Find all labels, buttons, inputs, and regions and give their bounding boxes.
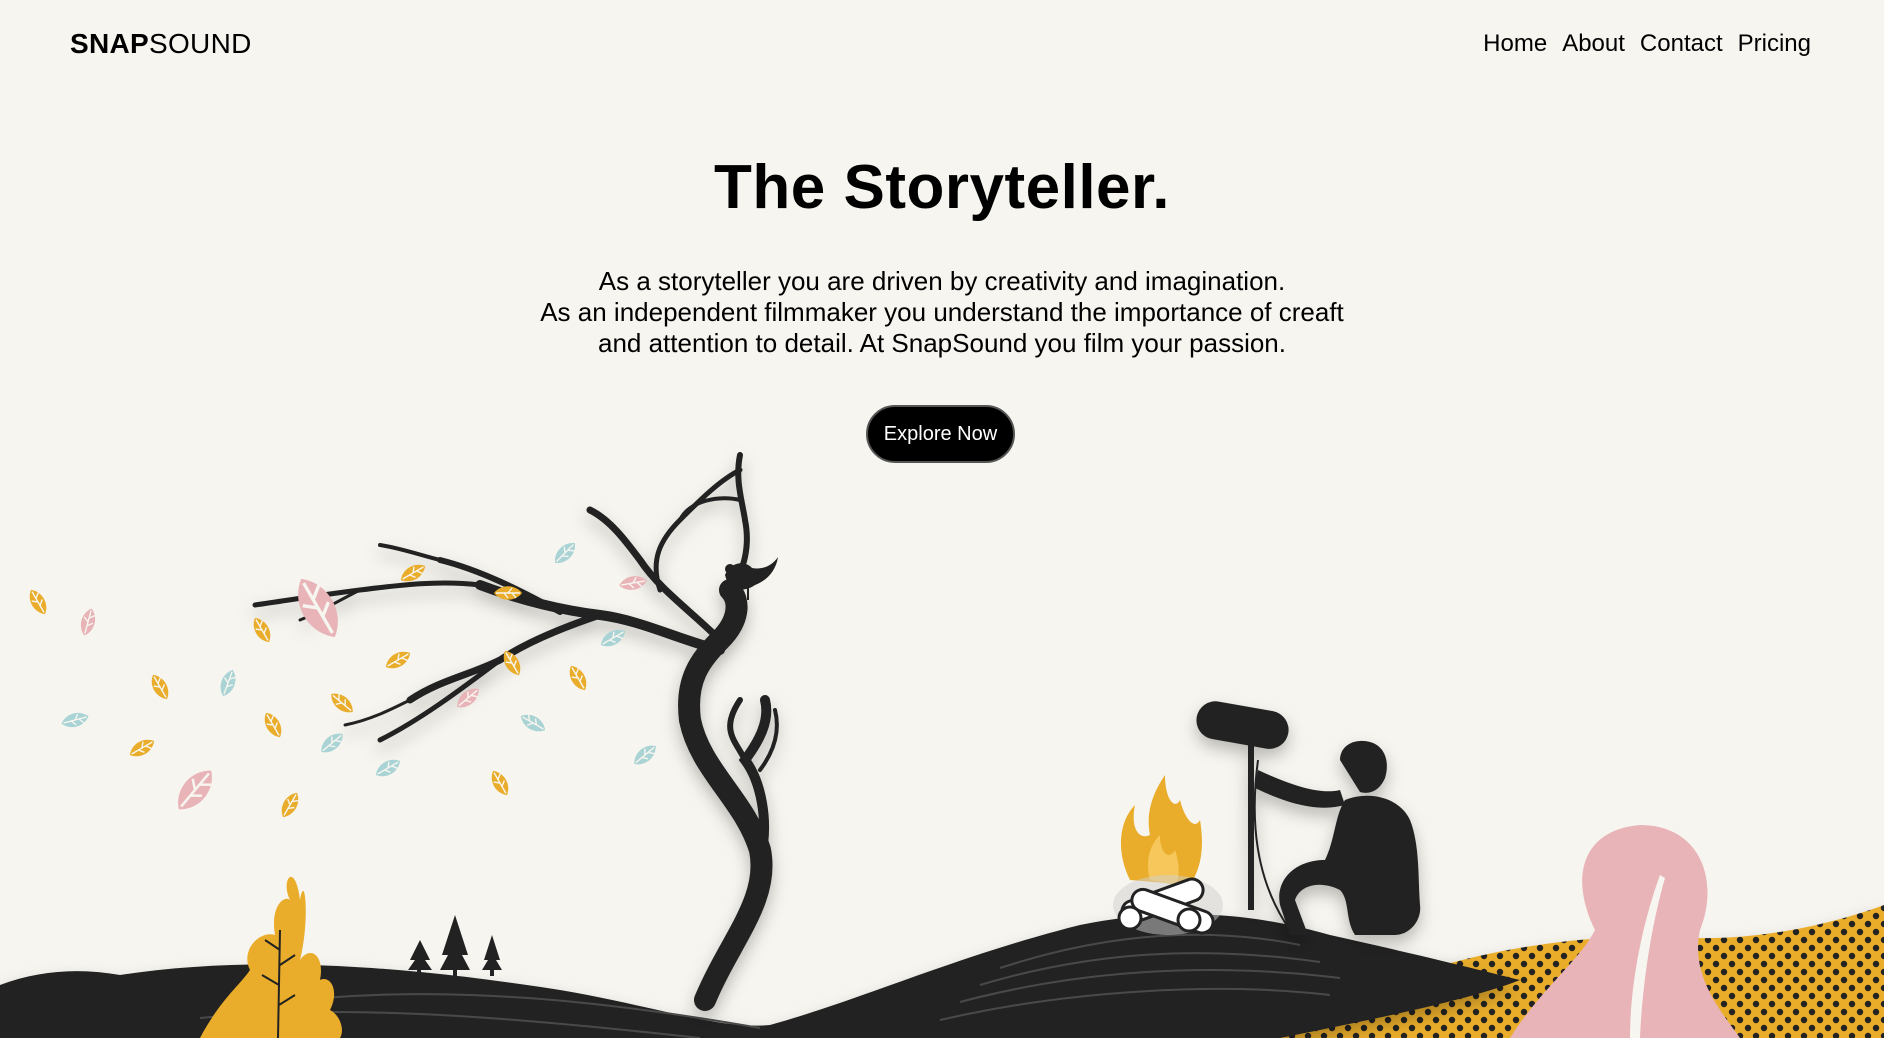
sound-recordist [1196,701,1421,935]
falling-leaves [24,537,661,822]
hero-description-line: As an independent filmmaker you understa… [540,297,1344,327]
pine-trees [408,915,502,976]
nav-contact-link[interactable]: Contact [1640,30,1723,58]
bird [725,557,778,601]
hero-description-line: As a storyteller you are driven by creat… [598,266,1286,296]
brand-logo-light: SOUND [149,28,252,59]
hero-description: As a storyteller you are driven by creat… [442,266,1442,359]
polka-dot-field [1270,905,1884,1038]
hero-description-line: and attention to detail. At SnapSound yo… [597,328,1286,358]
campfire [1113,775,1223,935]
explore-now-button[interactable]: Explore Now [866,405,1015,463]
main-nav: Home About Contact Pricing [1483,30,1811,58]
nav-about-link[interactable]: About [1562,30,1625,58]
large-leaf [285,569,351,647]
nav-home-link[interactable]: Home [1483,30,1547,58]
large-leaf [168,761,222,819]
brand-logo-bold: SNAP [70,28,149,59]
hero-title: The Storyteller. [714,153,1170,222]
windswept-tree [252,452,779,1011]
mustard-plant [200,876,342,1038]
rolling-hills [0,914,1520,1038]
brand-logo[interactable]: SNAPSOUND [70,28,252,60]
nav-pricing-link[interactable]: Pricing [1738,30,1811,58]
pink-plant [1510,825,1740,1038]
